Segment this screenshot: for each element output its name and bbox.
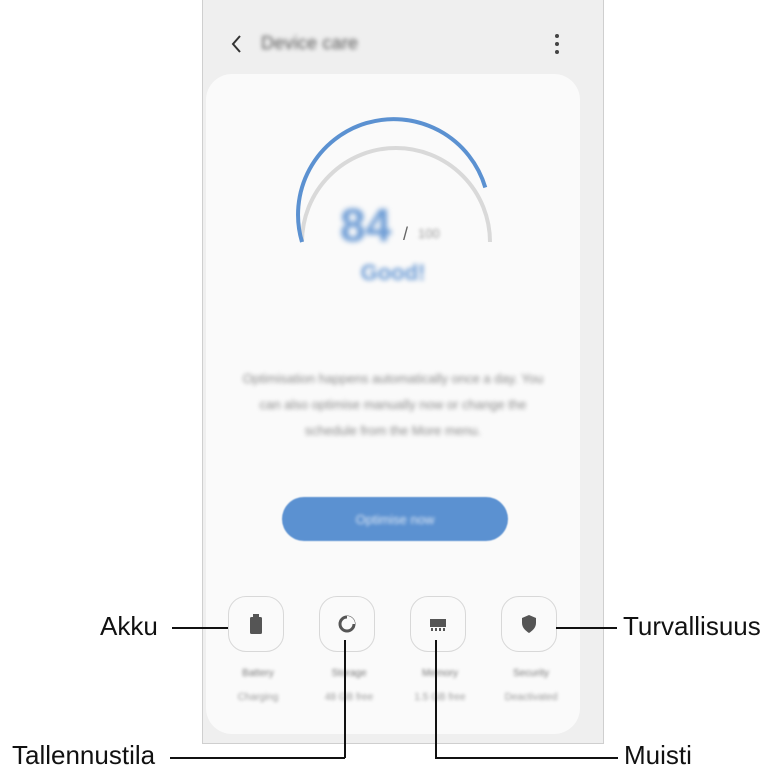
memory-tile[interactable]: Memory 1.5 GB free (410, 596, 470, 703)
more-vertical-icon (547, 34, 567, 54)
callout-memory: Muisti (624, 740, 692, 770)
back-button[interactable] (223, 30, 251, 58)
storage-label: Storage (331, 668, 367, 679)
callout-security-line (556, 627, 617, 629)
score-separator: / (403, 224, 409, 244)
score-value: 84 (340, 199, 392, 251)
battery-tile[interactable]: Battery Charging (228, 596, 288, 703)
callout-storage-line-h (170, 757, 345, 759)
callout-security: Turvallisuus (623, 611, 761, 641)
security-icon (522, 615, 536, 633)
battery-button[interactable] (228, 596, 284, 652)
more-options-button[interactable] (547, 30, 567, 58)
optimize-now-label: Optimise now (355, 511, 435, 527)
device-care-card: 84 / 100 Good! Optimisation happens auto… (206, 74, 580, 734)
storage-icon (338, 615, 356, 633)
app-bar: Device care (203, 18, 603, 70)
phone-screen: Device care 84 / 100 Good! Optimisation … (202, 0, 604, 744)
security-status: Deactivated (504, 692, 558, 703)
callout-memory-line-h (435, 757, 618, 759)
score-max: 100 (418, 226, 440, 241)
battery-icon (250, 614, 262, 634)
gauge-track (300, 146, 492, 243)
memory-label: Memory (421, 668, 459, 679)
storage-button[interactable] (319, 596, 375, 652)
security-label: Security (512, 668, 550, 679)
callout-storage-line-v (344, 640, 346, 758)
callout-storage: Tallennustila (12, 740, 156, 770)
score-status: Good! (360, 260, 426, 285)
storage-tile[interactable]: Storage 48 GB free (319, 596, 379, 703)
page-title: Device care (261, 33, 359, 53)
optimize-now-button[interactable]: Optimise now (282, 497, 508, 541)
callout-battery-line (172, 627, 228, 629)
callout-battery: Akku (100, 611, 158, 641)
callout-memory-line-v (435, 640, 437, 758)
feature-tiles: Battery Charging Storage 48 GB free Memo… (220, 596, 580, 716)
optimization-description: Optimisation happens automatically once … (242, 371, 544, 438)
security-tile[interactable]: Security Deactivated (501, 596, 561, 703)
score-gauge (296, 117, 492, 243)
battery-label: Battery (242, 668, 274, 679)
memory-button[interactable] (410, 596, 466, 652)
chevron-left-icon (231, 35, 241, 53)
security-button[interactable] (501, 596, 557, 652)
memory-icon (430, 619, 446, 631)
